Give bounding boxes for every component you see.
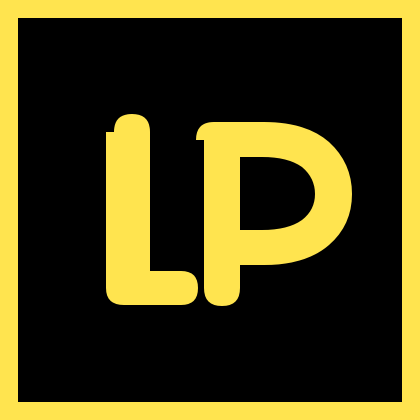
- letter-p-shape: [196, 122, 352, 306]
- lp-logo: [0, 0, 420, 420]
- letter-l-shape: [106, 114, 198, 305]
- logo-black-square: [18, 18, 402, 402]
- lp-lettermark: [106, 114, 352, 306]
